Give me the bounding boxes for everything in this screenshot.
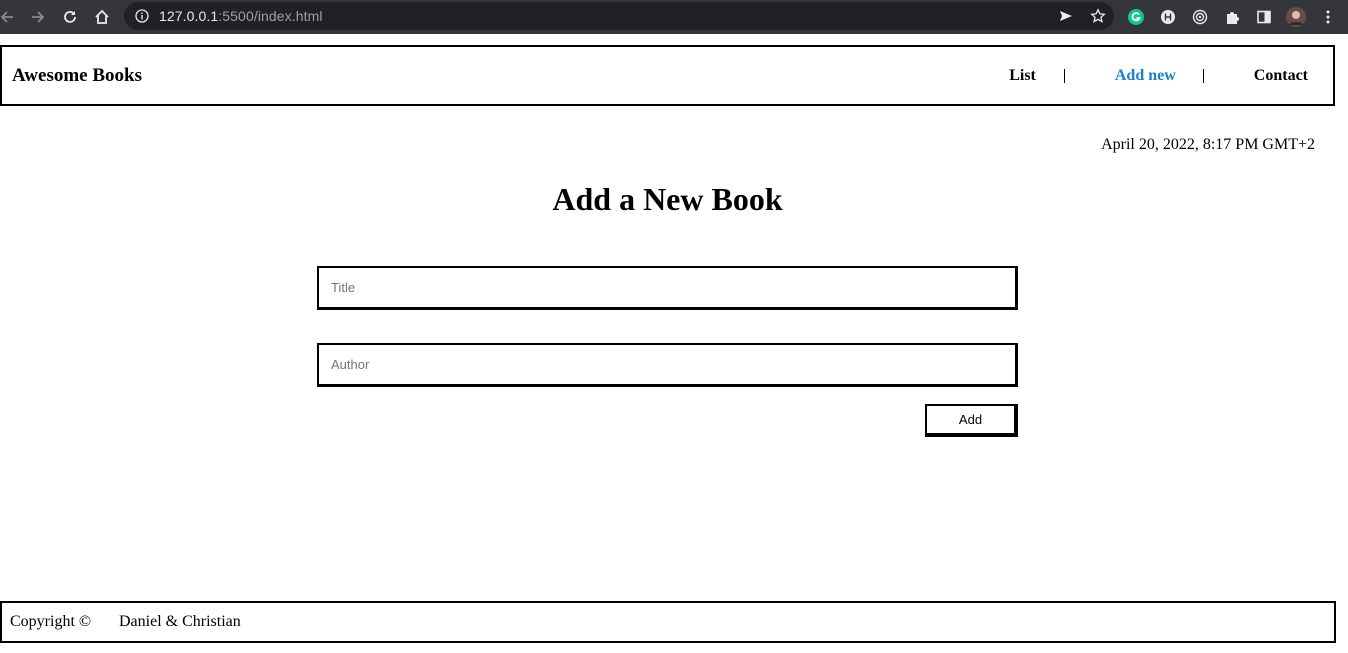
reload-icon[interactable] [59, 6, 81, 28]
nav-list-link[interactable]: List [1009, 67, 1036, 85]
page-title: Add a New Book [552, 181, 783, 217]
brand-logo[interactable]: Awesome Books [12, 65, 142, 87]
current-date: April 20, 2022, 8:17 PM GMT+2 [1101, 136, 1315, 153]
browser-toolbar: 127.0.0.1:5500/index.html [0, 0, 1348, 34]
send-icon[interactable] [1050, 2, 1082, 30]
grammarly-icon[interactable] [1124, 5, 1148, 29]
authors-text: Daniel & Christian [119, 613, 241, 630]
nav-divider [1063, 68, 1065, 83]
url-host: 127.0.0.1 [159, 8, 219, 24]
back-arrow-icon[interactable] [0, 6, 18, 28]
extension-h-icon[interactable] [1156, 5, 1180, 29]
nav-contact-link[interactable]: Contact [1254, 67, 1308, 85]
home-icon[interactable] [91, 6, 113, 28]
nav-divider [1202, 68, 1204, 83]
site-info-icon[interactable] [135, 9, 149, 23]
main-nav: List Add new Contact [1009, 47, 1308, 104]
copyright-text: Copyright © [10, 613, 92, 630]
puzzle-extensions-icon[interactable] [1220, 5, 1244, 29]
forward-arrow-icon[interactable] [27, 6, 49, 28]
site-footer: Copyright © Daniel & Christian [0, 601, 1336, 643]
address-bar[interactable]: 127.0.0.1:5500/index.html [124, 2, 1114, 30]
menu-kebab-icon[interactable] [1316, 5, 1340, 29]
add-book-button[interactable]: Add [925, 404, 1018, 437]
target-extension-icon[interactable] [1188, 5, 1212, 29]
profile-avatar-icon[interactable] [1284, 5, 1308, 29]
title-input[interactable] [317, 266, 1018, 310]
nav-add-new-link[interactable]: Add new [1115, 67, 1176, 85]
bookmark-star-icon[interactable] [1082, 2, 1114, 30]
side-panel-icon[interactable] [1252, 5, 1276, 29]
site-header: Awesome Books List Add new Contact [0, 45, 1335, 106]
url-text: 127.0.0.1:5500/index.html [159, 8, 323, 24]
author-input[interactable] [317, 343, 1018, 387]
url-path: :5500/index.html [218, 8, 323, 24]
